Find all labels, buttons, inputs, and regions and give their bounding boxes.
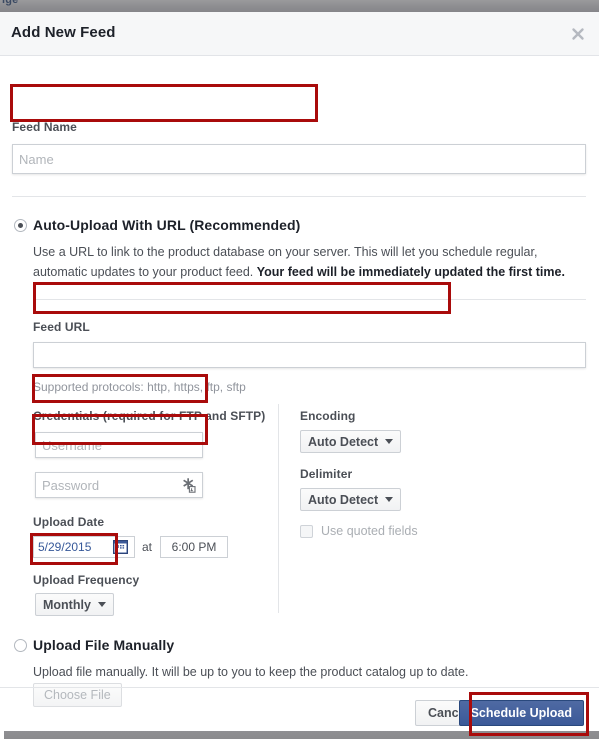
- feed-name-label: Feed Name: [12, 120, 77, 134]
- dialog-title: Add New Feed: [11, 24, 116, 41]
- date-at-text: at: [142, 540, 153, 554]
- add-new-feed-dialog: Add New Feed Feed Name Auto-Upload With …: [0, 12, 599, 731]
- upload-frequency-select[interactable]: Monthly: [35, 593, 114, 616]
- page-bottom-strip: [0, 731, 599, 739]
- delimiter-label: Delimiter: [300, 467, 353, 481]
- schedule-upload-button[interactable]: Schedule Upload: [458, 700, 584, 726]
- radio-upload-manually[interactable]: [14, 639, 27, 652]
- feed-name-input[interactable]: [12, 144, 586, 174]
- upload-time-input[interactable]: [160, 536, 228, 558]
- credentials-label: Credentials (required for FTP and SFTP): [33, 409, 266, 423]
- password-input[interactable]: [35, 472, 203, 498]
- dialog-body: Feed Name Auto-Upload With URL (Recommen…: [0, 56, 599, 707]
- backdrop-text-fragment: ige: [2, 0, 19, 6]
- manual-upload-description: Upload file manually. It will be up to y…: [33, 665, 469, 679]
- dialog-footer: Cancel Schedule Upload: [0, 687, 599, 731]
- use-quoted-fields-label: Use quoted fields: [321, 524, 418, 538]
- encoding-value: Auto Detect: [308, 434, 379, 449]
- password-field-wrapper: [35, 472, 203, 498]
- delimiter-value: Auto Detect: [308, 492, 379, 507]
- chevron-down-icon: [97, 602, 106, 607]
- section-divider-1: [12, 196, 586, 197]
- auto-upload-title: Auto-Upload With URL (Recommended): [33, 217, 301, 233]
- feed-url-help-text: Supported protocols: http, https, ftp, s…: [33, 380, 246, 394]
- section-divider-2: [33, 299, 586, 300]
- encoding-select[interactable]: Auto Detect: [300, 430, 402, 453]
- chevron-down-icon: [385, 497, 394, 502]
- chevron-down-icon: [385, 439, 394, 444]
- encoding-label: Encoding: [300, 409, 356, 423]
- upload-frequency-value: Monthly: [43, 597, 91, 612]
- column-divider: [278, 404, 279, 613]
- page-bottom-strip-left: [0, 731, 4, 739]
- page-backdrop: ige: [0, 0, 599, 12]
- calendar-icon[interactable]: [113, 540, 128, 554]
- username-input[interactable]: [35, 432, 203, 458]
- manual-upload-title: Upload File Manually: [33, 637, 175, 653]
- upload-date-label: Upload Date: [33, 515, 105, 529]
- feed-url-input[interactable]: [33, 342, 586, 368]
- delimiter-select[interactable]: Auto Detect: [300, 488, 402, 511]
- upload-frequency-label: Upload Frequency: [33, 573, 140, 587]
- use-quoted-fields-checkbox[interactable]: [300, 524, 313, 538]
- auto-upload-description: Use a URL to link to the product databas…: [33, 242, 585, 282]
- dialog-header: Add New Feed: [0, 12, 599, 56]
- radio-auto-upload[interactable]: [14, 219, 27, 232]
- use-quoted-fields-row: Use quoted fields: [300, 524, 418, 538]
- close-icon[interactable]: [566, 22, 590, 46]
- feed-url-label: Feed URL: [33, 320, 90, 334]
- auto-upload-description-bold: Your feed will be immediately updated th…: [256, 265, 565, 279]
